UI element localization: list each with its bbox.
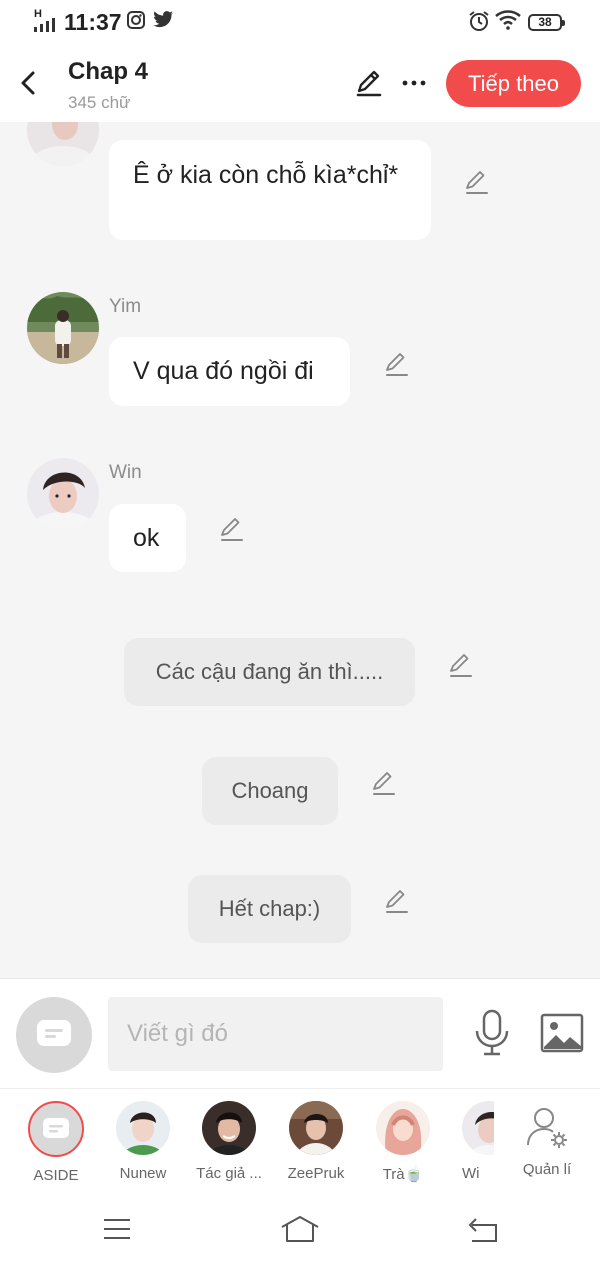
character-name: Tác giả ... [196, 1165, 262, 1182]
message-bubble[interactable]: V qua đó ngồi đi [109, 337, 350, 406]
avatar[interactable] [27, 122, 99, 166]
signal-icon [34, 18, 55, 32]
wifi-icon [495, 10, 521, 30]
pencil-icon[interactable] [219, 516, 245, 542]
system-nav-bar [0, 1193, 600, 1267]
character-name: Quản lí [522, 1161, 572, 1178]
status-bar: H 11:37 38 [0, 0, 600, 46]
pencil-icon[interactable] [448, 652, 474, 678]
chapter-header: Chap 4 345 chữ Tiếp theo [0, 46, 600, 122]
aside-toggle-button[interactable] [16, 997, 92, 1073]
chat-area[interactable]: Ê ở kia còn chỗ kìa*chỉ* Yim V qua đó ng… [0, 122, 600, 978]
instagram-icon [127, 11, 145, 29]
alarm-icon [469, 11, 489, 31]
character-aside[interactable]: ASIDE [16, 1101, 96, 1184]
message-bubble[interactable]: Ê ở kia còn chỗ kìa*chỉ* [109, 140, 431, 240]
message-bubble[interactable]: ok [109, 504, 186, 572]
character-name: ZeePruk [287, 1165, 345, 1182]
character-wi[interactable]: Wi [446, 1101, 494, 1182]
mic-icon[interactable] [472, 1009, 512, 1057]
twitter-icon [153, 11, 174, 28]
character-name: Wi [462, 1165, 480, 1182]
avatar[interactable] [27, 458, 99, 530]
pencil-icon[interactable] [464, 169, 490, 195]
avatar [289, 1101, 343, 1155]
settings-user-icon [527, 1108, 567, 1148]
message-input[interactable]: Viết gì đó [108, 997, 443, 1071]
more-icon[interactable] [400, 68, 428, 98]
battery-indicator: 38 [528, 14, 565, 31]
character-name: ASIDE [33, 1167, 79, 1184]
narration-bubble[interactable]: Các cậu đang ăn thì..... [124, 638, 415, 706]
back-nav-icon[interactable] [466, 1217, 498, 1243]
character-nunew[interactable]: Nunew [103, 1101, 183, 1182]
manage-characters-button[interactable]: Quản lí [507, 1101, 587, 1178]
character-author[interactable]: Tác giả ... [189, 1101, 269, 1182]
avatar [202, 1101, 256, 1155]
composer-bar: Viết gì đó [0, 978, 600, 1088]
sender-name: Win [109, 462, 142, 483]
pencil-icon[interactable] [384, 888, 410, 914]
character-name: Trà🍵 [382, 1166, 424, 1183]
pencil-icon[interactable] [371, 770, 397, 796]
avatar [116, 1101, 170, 1155]
chapter-title: Chap 4 [68, 58, 149, 85]
avatar [462, 1101, 494, 1155]
avatar[interactable] [27, 292, 99, 364]
aside-icon [37, 1020, 71, 1046]
character-tra[interactable]: Trà🍵 [363, 1101, 443, 1183]
narration-bubble[interactable]: Hết chap:) [188, 875, 351, 943]
home-icon[interactable] [280, 1215, 320, 1243]
status-time: 11:37 [64, 9, 122, 35]
avatar [376, 1101, 430, 1155]
edit-icon[interactable] [354, 68, 384, 98]
character-zeepruk[interactable]: ZeePruk [276, 1101, 356, 1182]
menu-icon[interactable] [102, 1217, 132, 1241]
sender-name: Yim [109, 296, 142, 317]
word-count: 345 chữ [68, 93, 131, 112]
next-chapter-button[interactable]: Tiếp theo [446, 60, 581, 107]
image-icon[interactable] [540, 1013, 584, 1053]
narration-bubble[interactable]: Choang [202, 757, 338, 825]
character-selector: ASIDE Nunew Tác giả ... ZeePruk Trà🍵 Wi [0, 1088, 600, 1193]
character-name: Nunew [119, 1165, 167, 1182]
back-icon[interactable] [14, 68, 44, 98]
pencil-icon[interactable] [384, 351, 410, 377]
aside-avatar [28, 1101, 84, 1157]
